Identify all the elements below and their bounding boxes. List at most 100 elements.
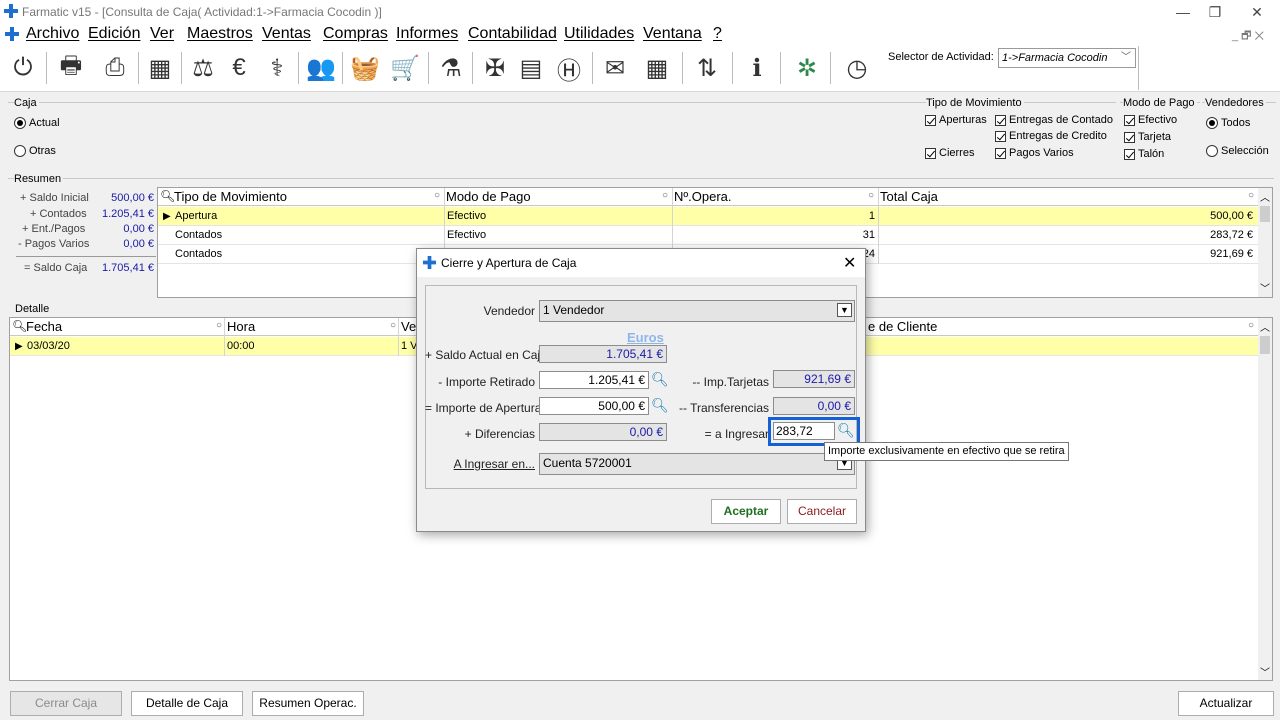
search-icon[interactable]: 🔍︎ (837, 422, 855, 440)
menu-archivo[interactable]: Archivo (26, 24, 79, 44)
col-num-opera[interactable]: Nº.Opera. (674, 189, 732, 204)
menu-help[interactable]: ? (713, 24, 722, 44)
scroll-thumb[interactable] (1260, 336, 1270, 354)
menu-utilidades[interactable]: Utilidades (564, 24, 634, 44)
pagos-varios-checkbox[interactable]: Pagos Varios (995, 147, 1074, 159)
vendedor-select[interactable]: 1 Vendedor ▼ (539, 300, 855, 322)
importe-retirado-input[interactable]: 1.205,41 € (539, 371, 649, 389)
search-icon[interactable]: 🔍︎ (12, 319, 27, 333)
entregas-credito-label: Entregas de Credito (1009, 130, 1107, 142)
col-total-caja[interactable]: Total Caja (880, 189, 938, 204)
a-ingresar-input[interactable]: 283,72 (773, 422, 835, 440)
sort-icon[interactable]: ○ (390, 320, 396, 331)
printer-icon[interactable]: ⎙ (98, 50, 132, 86)
detalle-caja-button[interactable]: Detalle de Caja (131, 691, 243, 716)
tarjeta-label: Tarjeta (1138, 131, 1172, 143)
scroll-down-icon[interactable]: ﹀ (1260, 280, 1270, 295)
basket-icon[interactable]: 🧺 (348, 50, 382, 86)
col-nombre-cliente[interactable]: e de Cliente (868, 319, 937, 334)
actualizar-button[interactable]: Actualizar (1178, 691, 1274, 716)
scroll-thumb[interactable] (1260, 206, 1270, 222)
resumen-scrollbar[interactable]: ︿ ﹀ (1258, 188, 1272, 297)
aceptar-button[interactable]: Aceptar (711, 499, 781, 524)
search-icon[interactable]: 🔍︎ (160, 189, 175, 203)
print-icon[interactable]: 🖶 (54, 50, 88, 86)
caja-otras-option[interactable]: Otras (14, 145, 56, 157)
cerrar-caja-button[interactable]: Cerrar Caja (10, 691, 122, 716)
vendedores-todos-option[interactable]: Todos (1206, 117, 1250, 129)
importe-apertura-input[interactable]: 500,00 € (539, 397, 649, 415)
clock-icon[interactable]: ◷ (840, 50, 874, 86)
col-hora[interactable]: Hora (227, 319, 255, 334)
medicine-icon[interactable]: ⚕ (260, 50, 294, 86)
efectivo-checkbox[interactable]: Efectivo (1124, 114, 1177, 126)
calculator-icon[interactable]: ▦ (143, 50, 177, 86)
vendedores-seleccion-option[interactable]: Selección (1206, 145, 1269, 157)
calendar-icon[interactable]: ▦ (640, 50, 674, 86)
search-icon[interactable]: 🔍︎ (651, 397, 669, 415)
restore-button[interactable]: ❐ (1192, 0, 1238, 24)
menu-edicion[interactable]: Edición (88, 24, 140, 44)
entregas-credito-checkbox[interactable]: Entregas de Credito (995, 130, 1107, 142)
mail-icon[interactable]: ✉ (598, 50, 632, 86)
close-icon[interactable]: ✕ (843, 253, 856, 273)
menu-maestros[interactable]: Maestros (187, 24, 253, 44)
sort-icon[interactable]: ○ (1248, 190, 1254, 201)
table-row[interactable]: ▶ Apertura Efectivo 1 500,00 € (158, 207, 1258, 226)
mdi-window-controls[interactable]: _ 🗗 ✕ (1232, 27, 1264, 46)
col-tipo-movimiento[interactable]: Tipo de Movimiento (174, 189, 287, 204)
power-icon[interactable]: ⏻ (6, 50, 40, 86)
search-icon[interactable]: 🔍︎ (651, 371, 669, 389)
ingresar-en-select[interactable]: Cuenta 5720001 ▼ (539, 453, 855, 475)
aperturas-checkbox[interactable]: Aperturas (925, 114, 987, 126)
users-icon[interactable]: 👥 (304, 50, 338, 86)
euro-icon[interactable]: € (222, 50, 256, 86)
tipo-movimiento-label: Tipo de Movimiento (926, 97, 1024, 109)
vendedores-group: Vendedores Todos Selección (1202, 97, 1276, 172)
dialog-title-bar[interactable]: Cierre y Apertura de Caja ✕ (417, 249, 865, 277)
activity-selector[interactable]: 1->Farmacia Cocodin ﹀ (998, 48, 1136, 68)
flask-icon[interactable]: ⚗ (434, 50, 468, 86)
detalle-scrollbar[interactable]: ︿ ﹀ (1258, 318, 1272, 680)
menu-ventas[interactable]: Ventas (262, 24, 311, 44)
sort-icon[interactable]: ○ (1248, 320, 1254, 331)
saldo-actual-label: + Saldo Actual en Caja (425, 348, 547, 362)
transfer-icon[interactable]: ⇅ (690, 50, 724, 86)
scroll-up-icon[interactable]: ︿ (1260, 189, 1270, 204)
sort-icon[interactable]: ○ (216, 320, 222, 331)
sort-icon[interactable]: ○ (434, 190, 440, 201)
toolbar-separator (780, 52, 781, 84)
vendedor-value: 1 Vendedor (543, 303, 605, 317)
scroll-down-icon[interactable]: ﹀ (1260, 664, 1270, 679)
totals-divider (16, 256, 156, 257)
talon-checkbox[interactable]: Talón (1124, 148, 1164, 160)
table-row[interactable]: Contados Efectivo 31 283,72 € (158, 226, 1258, 245)
menu-ver[interactable]: Ver (150, 24, 174, 44)
entregas-contado-checkbox[interactable]: Entregas de Contado (995, 114, 1113, 126)
document-icon[interactable]: ▤ (514, 50, 548, 86)
resumen-operac-button[interactable]: Resumen Operac. (252, 691, 364, 716)
col-vendedor[interactable]: Ve (401, 319, 416, 334)
pharmacy-cross-icon[interactable]: ✠ (478, 50, 512, 86)
close-window-button[interactable]: ✕ (1234, 0, 1280, 24)
menu-compras[interactable]: Compras (323, 24, 388, 44)
tarjeta-checkbox[interactable]: Tarjeta (1124, 131, 1171, 143)
tools-icon[interactable]: ✲ (790, 50, 824, 86)
scroll-up-icon[interactable]: ︿ (1260, 319, 1270, 334)
sort-icon[interactable]: ○ (868, 190, 874, 201)
menu-contabilidad[interactable]: Contabilidad (468, 24, 557, 44)
sort-icon[interactable]: ○ (662, 190, 668, 201)
pagos-varios-total-label: - Pagos Varios (18, 238, 90, 250)
col-fecha[interactable]: Fecha (26, 319, 62, 334)
caja-actual-option[interactable]: Actual (14, 117, 60, 129)
hospital-icon[interactable]: Ⓗ (552, 50, 586, 86)
scale-icon[interactable]: ⚖ (186, 50, 220, 86)
menu-informes[interactable]: Informes (396, 24, 458, 44)
menu-ventana[interactable]: Ventana (643, 24, 702, 44)
cart-icon[interactable]: 🛒 (388, 50, 422, 86)
cierres-checkbox[interactable]: Cierres (925, 147, 974, 159)
cancelar-button[interactable]: Cancelar (787, 499, 857, 524)
toolbar-separator (138, 52, 139, 84)
col-modo-pago[interactable]: Modo de Pago (446, 189, 531, 204)
info-icon[interactable]: ℹ (740, 50, 774, 86)
